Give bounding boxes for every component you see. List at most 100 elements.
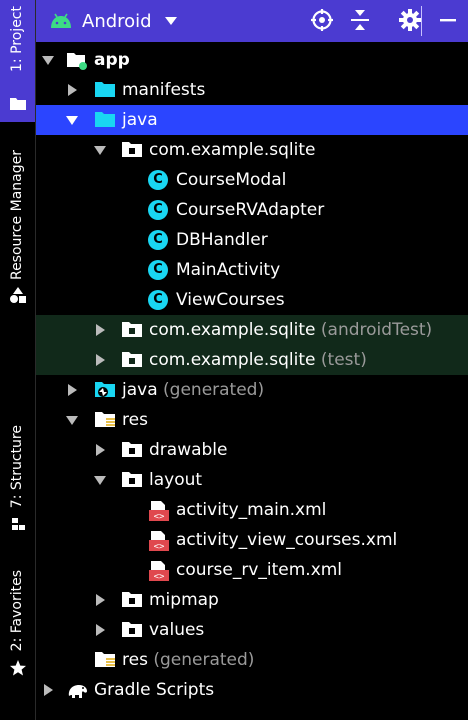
package-icon xyxy=(122,322,142,337)
tree-item-label: DBHandler xyxy=(176,230,268,250)
tool-window-strip: 1: Project Resource Manager 7: Structure… xyxy=(0,0,36,720)
tab-resource-manager[interactable]: Resource Manager xyxy=(0,150,35,304)
chevron-down-icon[interactable] xyxy=(94,144,106,156)
chevron-right-icon[interactable] xyxy=(66,84,78,96)
svg-text:<>: <> xyxy=(154,512,165,522)
class-icon: C xyxy=(148,230,168,250)
tree-item-label: MainActivity xyxy=(176,260,281,280)
folder-icon xyxy=(95,112,115,127)
chevron-right-icon[interactable] xyxy=(94,624,106,636)
tree-item-label: manifests xyxy=(122,80,206,100)
chevron-down-icon[interactable] xyxy=(42,54,54,66)
resource-folder-icon xyxy=(95,412,115,427)
folder-icon xyxy=(122,472,142,487)
xml-file-icon: <> xyxy=(149,501,169,522)
tree-item-class[interactable]: C MainActivity xyxy=(36,255,468,285)
chevron-down-icon[interactable] xyxy=(66,414,78,426)
chevron-right-icon[interactable] xyxy=(94,354,106,366)
star-icon xyxy=(9,660,26,676)
tree-item-java-generated[interactable]: java (generated) xyxy=(36,375,468,405)
tab-favorites[interactable]: 2: Favorites xyxy=(0,570,35,677)
folder-icon xyxy=(95,82,115,97)
minimize-icon[interactable] xyxy=(436,8,460,32)
class-icon: C xyxy=(148,200,168,220)
package-icon xyxy=(122,142,142,157)
gradle-elephant-icon xyxy=(68,685,87,698)
tree-item-label: com.example.sqlite (test) xyxy=(149,348,367,372)
tree-item-package-main[interactable]: com.example.sqlite xyxy=(36,135,468,165)
tree-item-drawable[interactable]: drawable xyxy=(36,435,468,465)
folder-icon xyxy=(10,98,26,110)
tree-item-label: ViewCourses xyxy=(176,290,285,310)
package-name: com.example.sqlite xyxy=(149,350,316,370)
class-icon: C xyxy=(148,290,168,310)
tree-item-class[interactable]: C CourseRVAdapter xyxy=(36,195,468,225)
project-tree: app manifests java com.example.sqlite C … xyxy=(36,42,468,720)
tree-item-app[interactable]: app xyxy=(36,45,468,75)
tree-item-manifests[interactable]: manifests xyxy=(36,75,468,105)
package-suffix: (androidTest) xyxy=(320,320,433,340)
tree-item-label: activity_main.xml xyxy=(176,500,327,520)
tab-structure-label: 7: Structure xyxy=(9,425,25,509)
tree-item-xml-file[interactable]: <> activity_view_courses.xml xyxy=(36,525,468,555)
tree-item-label: layout xyxy=(149,470,203,490)
chevron-right-icon[interactable] xyxy=(66,384,78,396)
view-selector[interactable]: Android xyxy=(82,11,152,32)
folder-icon xyxy=(122,592,142,607)
module-icon xyxy=(67,53,87,70)
tree-item-label: com.example.sqlite xyxy=(149,140,316,160)
tree-item-label: mipmap xyxy=(149,590,219,610)
tree-item-xml-file[interactable]: <> course_rv_item.xml xyxy=(36,555,468,585)
shapes-icon xyxy=(9,287,26,304)
chevron-right-icon[interactable] xyxy=(94,444,106,456)
tree-item-package-test[interactable]: com.example.sqlite (test) xyxy=(36,345,468,375)
tree-item-label: java xyxy=(122,110,158,130)
chevron-down-icon[interactable] xyxy=(94,474,106,486)
package-icon xyxy=(122,352,142,367)
class-icon: C xyxy=(148,260,168,280)
tree-item-label: CourseRVAdapter xyxy=(176,200,325,220)
tab-favorites-label: 2: Favorites xyxy=(9,570,25,652)
tree-item-class[interactable]: C DBHandler xyxy=(36,225,468,255)
chevron-right-icon[interactable] xyxy=(42,684,54,696)
collapse-all-icon[interactable] xyxy=(348,8,372,32)
crosshair-icon[interactable] xyxy=(310,8,334,32)
tab-structure[interactable]: 7: Structure xyxy=(0,425,35,532)
chevron-right-icon[interactable] xyxy=(94,594,106,606)
tab-project[interactable]: 1: Project xyxy=(0,0,35,122)
tree-item-java[interactable]: java xyxy=(36,105,468,135)
package-name: com.example.sqlite xyxy=(149,320,316,340)
tree-item-label: app xyxy=(94,50,130,70)
folder-name: java xyxy=(122,380,158,400)
tree-item-label: com.example.sqlite (androidTest) xyxy=(149,318,432,342)
tree-item-layout[interactable]: layout xyxy=(36,465,468,495)
class-icon: C xyxy=(148,170,168,190)
folder-name: res xyxy=(122,650,148,670)
tree-item-xml-file[interactable]: <> activity_main.xml xyxy=(36,495,468,525)
android-icon xyxy=(51,13,71,28)
tree-item-label: res (generated) xyxy=(122,648,254,672)
chevron-down-icon[interactable] xyxy=(66,114,78,126)
tree-item-values[interactable]: values xyxy=(36,615,468,645)
tree-item-label: CourseModal xyxy=(176,170,287,190)
structure-icon xyxy=(11,518,25,531)
tree-item-label: java (generated) xyxy=(122,378,264,402)
tree-item-label: drawable xyxy=(149,440,228,460)
folder-suffix: (generated) xyxy=(153,650,255,670)
folder-icon xyxy=(122,442,142,457)
chevron-down-icon[interactable] xyxy=(164,16,178,26)
tree-item-package-android-test[interactable]: com.example.sqlite (androidTest) xyxy=(36,315,468,345)
tree-item-class[interactable]: C CourseModal xyxy=(36,165,468,195)
tree-item-label: Gradle Scripts xyxy=(94,680,215,700)
generated-folder-icon xyxy=(95,382,115,397)
tree-item-mipmap[interactable]: mipmap xyxy=(36,585,468,615)
tree-item-gradle-scripts[interactable]: Gradle Scripts xyxy=(36,675,468,705)
tree-item-res-generated[interactable]: res (generated) xyxy=(36,645,468,675)
tree-item-label: course_rv_item.xml xyxy=(176,560,343,580)
svg-text:<>: <> xyxy=(154,542,165,552)
chevron-right-icon[interactable] xyxy=(94,324,106,336)
resource-folder-icon xyxy=(95,652,115,667)
tree-item-class[interactable]: C ViewCourses xyxy=(36,285,468,315)
tree-item-res[interactable]: res xyxy=(36,405,468,435)
gear-icon[interactable] xyxy=(398,8,422,32)
